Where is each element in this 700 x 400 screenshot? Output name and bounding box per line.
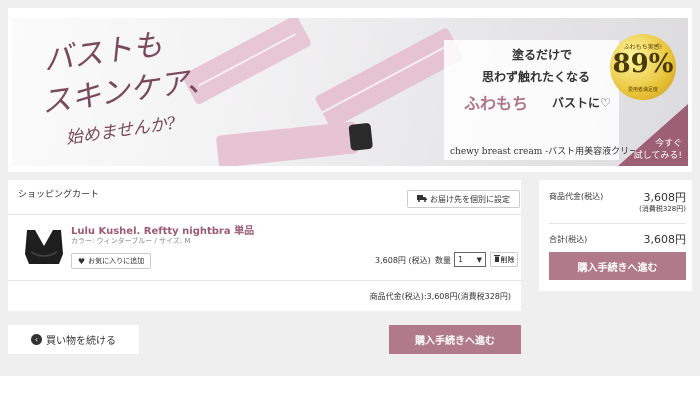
truck-icon: [417, 194, 427, 204]
promo-banner[interactable]: バストも スキンケア、 始めませんか? 塗るだけで 思わず触れたくなる ふわもち…: [12, 18, 688, 166]
banner-copy-line3: バストに♡: [552, 96, 611, 110]
summary-tax-note: (消費税328円): [639, 205, 686, 213]
promo-banner-container: バストも スキンケア、 始めませんか? 塗るだけで 思わず触れたくなる ふわもち…: [8, 8, 692, 172]
continue-shopping-button[interactable]: ‹ 買い物を続ける: [8, 325, 139, 354]
chevron-down-icon: ▼: [476, 255, 482, 264]
set-shipping-address-label: お届け先を個別に設定: [430, 194, 510, 204]
add-to-favorites-button[interactable]: ♥ お気に入りに追加: [71, 253, 151, 269]
order-summary-panel: 商品代金(税込) 3,608円 (消費税328円) 合計(税込) 3,608円 …: [539, 180, 692, 291]
cart-title: ショッピングカート: [18, 190, 100, 200]
product-thumbnail[interactable]: [21, 224, 67, 270]
summary-divider: [549, 223, 686, 224]
cart-item-name[interactable]: Lulu Kushel. Reftty nightbra 単品: [71, 222, 254, 237]
banner-corner-text[interactable]: 今すぐ 試してみる!: [634, 138, 682, 162]
shopping-cart-panel: ショッピングカート お届け先を個別に設定 Lulu Kushel. Reftty…: [8, 180, 521, 311]
banner-copy-highlight: ふわもち: [464, 94, 529, 113]
trash-icon: [493, 255, 500, 264]
summary-total-label: 合計(税込): [549, 235, 588, 244]
footer: [0, 376, 700, 400]
add-to-favorites-label: お気に入りに追加: [88, 257, 145, 265]
medal-bottom-text: 愛用者満足度: [627, 87, 658, 93]
cart-divider: [8, 280, 521, 281]
banner-copy-line1: 塗るだけで: [512, 48, 573, 62]
summary-total-value: 3,608円: [643, 233, 687, 246]
cart-subtotal: 商品代金(税込):3,608円(消費税328円): [369, 292, 511, 301]
quantity-label: 数量: [435, 256, 451, 265]
summary-checkout-button[interactable]: 購入手続きへ進む: [549, 252, 686, 280]
delete-item-button[interactable]: 削除: [490, 252, 518, 267]
medal-number: 89%: [612, 49, 674, 79]
chevron-left-circle-icon: ‹: [31, 334, 42, 345]
set-shipping-address-button[interactable]: お届け先を個別に設定: [407, 190, 520, 208]
checkout-button[interactable]: 購入手続きへ進む: [389, 325, 521, 354]
satisfaction-medal: ふわもち実感! 89% 愛用者満足度: [610, 34, 676, 100]
cart-divider: [8, 214, 521, 215]
cart-item-options: カラー: ウィンターブルー / サイズ: M: [71, 237, 191, 245]
summary-product-label: 商品代金(税込): [549, 192, 604, 201]
quantity-value: 1: [458, 255, 464, 264]
banner-copy-line2: 思わず触れたくなる: [482, 70, 591, 84]
summary-product-value: 3,608円: [643, 191, 687, 204]
heart-icon: ♥: [77, 256, 86, 266]
delete-item-label: 削除: [500, 256, 515, 264]
quantity-select[interactable]: 1 ▼: [454, 252, 486, 267]
cart-item-price: 3,608円 (税込): [375, 256, 431, 265]
continue-shopping-label: 買い物を続ける: [46, 336, 116, 347]
